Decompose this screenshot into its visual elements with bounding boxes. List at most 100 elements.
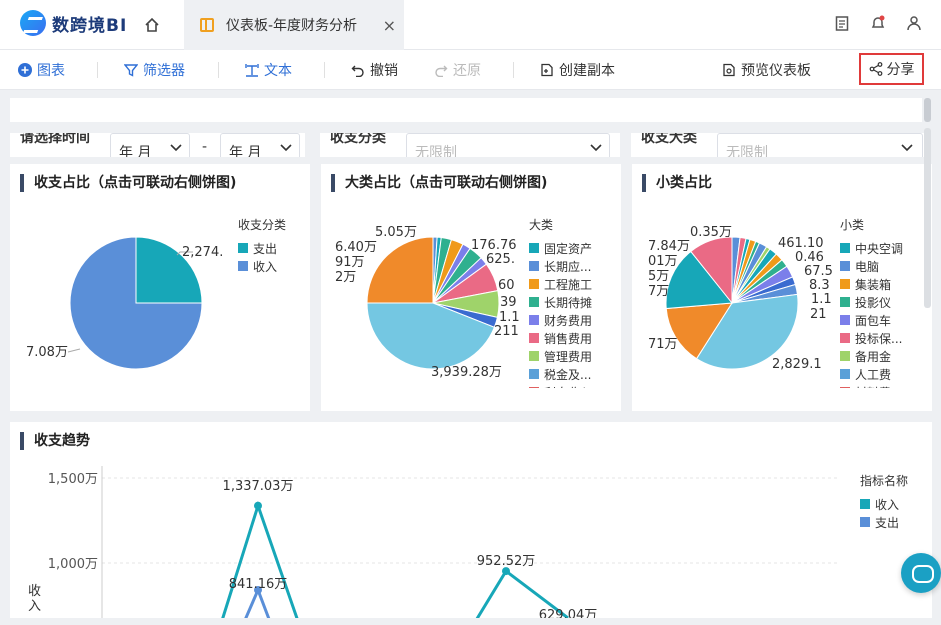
pie-data-label: 01万 (648, 254, 678, 269)
pie-chart-income-expense[interactable]: 2,274. 7.08万 (10, 164, 310, 411)
legend-label: 收入 (253, 259, 278, 274)
legend-item[interactable]: 支出 (860, 513, 908, 531)
major-select[interactable]: 无限制 (717, 133, 923, 157)
legend-item[interactable]: 材料费 (840, 383, 903, 388)
preview-button[interactable]: 预览仪表板 (722, 50, 811, 90)
add-filter-button[interactable]: 筛选器 (124, 50, 185, 90)
legend-swatch (238, 261, 248, 271)
add-chart-button[interactable]: 图表 (18, 50, 65, 90)
document-icon[interactable] (833, 14, 851, 32)
legend-item[interactable]: 支出 (238, 239, 286, 257)
legend-item[interactable]: 投影仪 (840, 293, 903, 311)
pie-data-label: 2,829.1 (772, 357, 822, 372)
legend-swatch (529, 333, 539, 343)
plus-circle-icon (18, 63, 32, 77)
legend-item[interactable]: 中央空调 (840, 239, 903, 257)
home-icon[interactable] (138, 12, 166, 38)
pie-legend: 小类 中央空调电脑集装箱投影仪面包车投标保... 备用金人工费材料费 (840, 216, 903, 388)
undo-icon (351, 65, 364, 77)
chat-support-button[interactable] (901, 553, 941, 593)
add-filter-label: 筛选器 (143, 63, 185, 79)
share-button[interactable]: 分享 (859, 53, 924, 85)
filter-major-label: 收支大类 (641, 133, 697, 146)
legend-item[interactable]: 固定资产 (529, 239, 592, 257)
scrollbar-thumb[interactable] (924, 98, 931, 122)
divider (218, 62, 219, 78)
line-card-trend: 收支趋势 1,500万 1,000万 1,337.03万 841.16万 952… (10, 422, 932, 618)
notification-icon[interactable] (869, 14, 887, 32)
legend-title: 指标名称 (860, 474, 909, 488)
legend-label: 销售费用 (544, 331, 593, 346)
pie-data-label: 6.40万 (335, 240, 377, 255)
category-placeholder: 无限制 (415, 145, 457, 157)
legend-item[interactable]: 工程施工 (529, 275, 592, 293)
tab-dashboard[interactable]: 仪表板-年度财务分析 × (184, 0, 404, 50)
category-select[interactable]: 无限制 (406, 133, 610, 157)
pie-data-label: 7.08万 (26, 345, 68, 360)
legend-item[interactable]: 管理费用 (529, 347, 592, 365)
series-line[interactable] (220, 500, 300, 618)
y-tick-label: 1,500万 (48, 472, 98, 487)
major-placeholder: 无限制 (726, 145, 768, 157)
legend-label: 固定资产 (544, 241, 593, 256)
legend-swatch (840, 387, 850, 388)
legend-item[interactable]: 收入 (860, 495, 908, 513)
redo-icon (435, 65, 448, 77)
preview-icon (723, 63, 735, 77)
pie-data-label: 0.46 (795, 250, 824, 265)
pie-data-label: 21 (810, 307, 827, 322)
user-icon[interactable] (905, 14, 923, 32)
dashboard-icon (200, 18, 214, 32)
divider (324, 62, 325, 78)
legend-item[interactable]: 财务费用 (529, 311, 592, 329)
close-icon[interactable]: × (383, 16, 396, 35)
add-chart-label: 图表 (37, 63, 65, 79)
line-chart-trend[interactable]: 1,500万 1,000万 1,337.03万 841.16万 952.52万 … (10, 422, 870, 618)
legend-item[interactable]: 集装箱 (840, 275, 903, 293)
legend-item[interactable]: 长期待摊 (529, 293, 592, 311)
legend-item[interactable]: 人工费 (840, 365, 903, 383)
legend-item[interactable]: 销售费用 (529, 329, 592, 347)
pie-legend: 大类 固定资产长期应... 工程施工长期待摊财务费用销售费用管理费用税金及... 利… (529, 216, 592, 388)
logo[interactable]: 数跨境BI (20, 10, 127, 36)
divider (513, 62, 514, 78)
top-bar: 数跨境BI 仪表板-年度财务分析 × (0, 0, 941, 50)
canvas-top-strip (10, 98, 922, 122)
series-line[interactable] (242, 586, 272, 618)
redo-label: 还原 (453, 63, 481, 79)
legend-item[interactable]: 面包车 (840, 311, 903, 329)
legend-swatch (529, 297, 539, 307)
start-month-select[interactable]: 年 月 (110, 133, 190, 157)
legend-label: 利息收入 (544, 384, 592, 389)
legend-item[interactable]: 长期应... (529, 257, 592, 275)
create-copy-button[interactable]: 创建副本 (540, 50, 615, 90)
undo-label: 撤销 (370, 63, 398, 79)
create-copy-label: 创建副本 (559, 63, 615, 79)
legend-item[interactable]: 税金及... (529, 365, 592, 383)
legend-item[interactable]: 电脑 (840, 257, 903, 275)
pie-card-major-category: 大类占比（点击可联动右侧饼图) 5.05万 6.40万 91万 2万 176.7… (321, 164, 621, 411)
legend-label: 电脑 (855, 259, 880, 274)
add-text-button[interactable]: 文本 (245, 50, 292, 90)
end-month-select[interactable]: 年 月 (220, 133, 300, 157)
undo-button[interactable]: 撤销 (351, 50, 398, 90)
scrollbar[interactable] (924, 98, 931, 615)
y-tick-label: 1,000万 (48, 557, 98, 572)
data-point[interactable] (254, 501, 262, 510)
pie-data-label: 71万 (648, 337, 678, 352)
redo-button[interactable]: 还原 (434, 50, 481, 90)
legend-item[interactable]: 投标保... (840, 329, 903, 347)
chevron-down-icon (590, 144, 602, 152)
pie-data-label: 7万 (648, 284, 669, 299)
legend-item[interactable]: 利息收入 (529, 383, 592, 388)
legend-label: 税金及... (544, 367, 592, 382)
pie-data-label: 3,939.28万 (431, 365, 502, 380)
logo-icon (20, 10, 46, 36)
pie-data-label: 5.05万 (375, 225, 417, 240)
legend-label: 材料费 (855, 384, 891, 389)
pie-data-label: 625. (486, 252, 515, 267)
pie-card-sub-category: 小类占比 0.35万 7.84万 01万 5万 7万 71万 461.10 0.… (632, 164, 932, 411)
legend-item[interactable]: 收入 (238, 257, 286, 275)
legend-item[interactable]: 备用金 (840, 347, 903, 365)
pie-data-label: 461.10 (778, 236, 824, 251)
